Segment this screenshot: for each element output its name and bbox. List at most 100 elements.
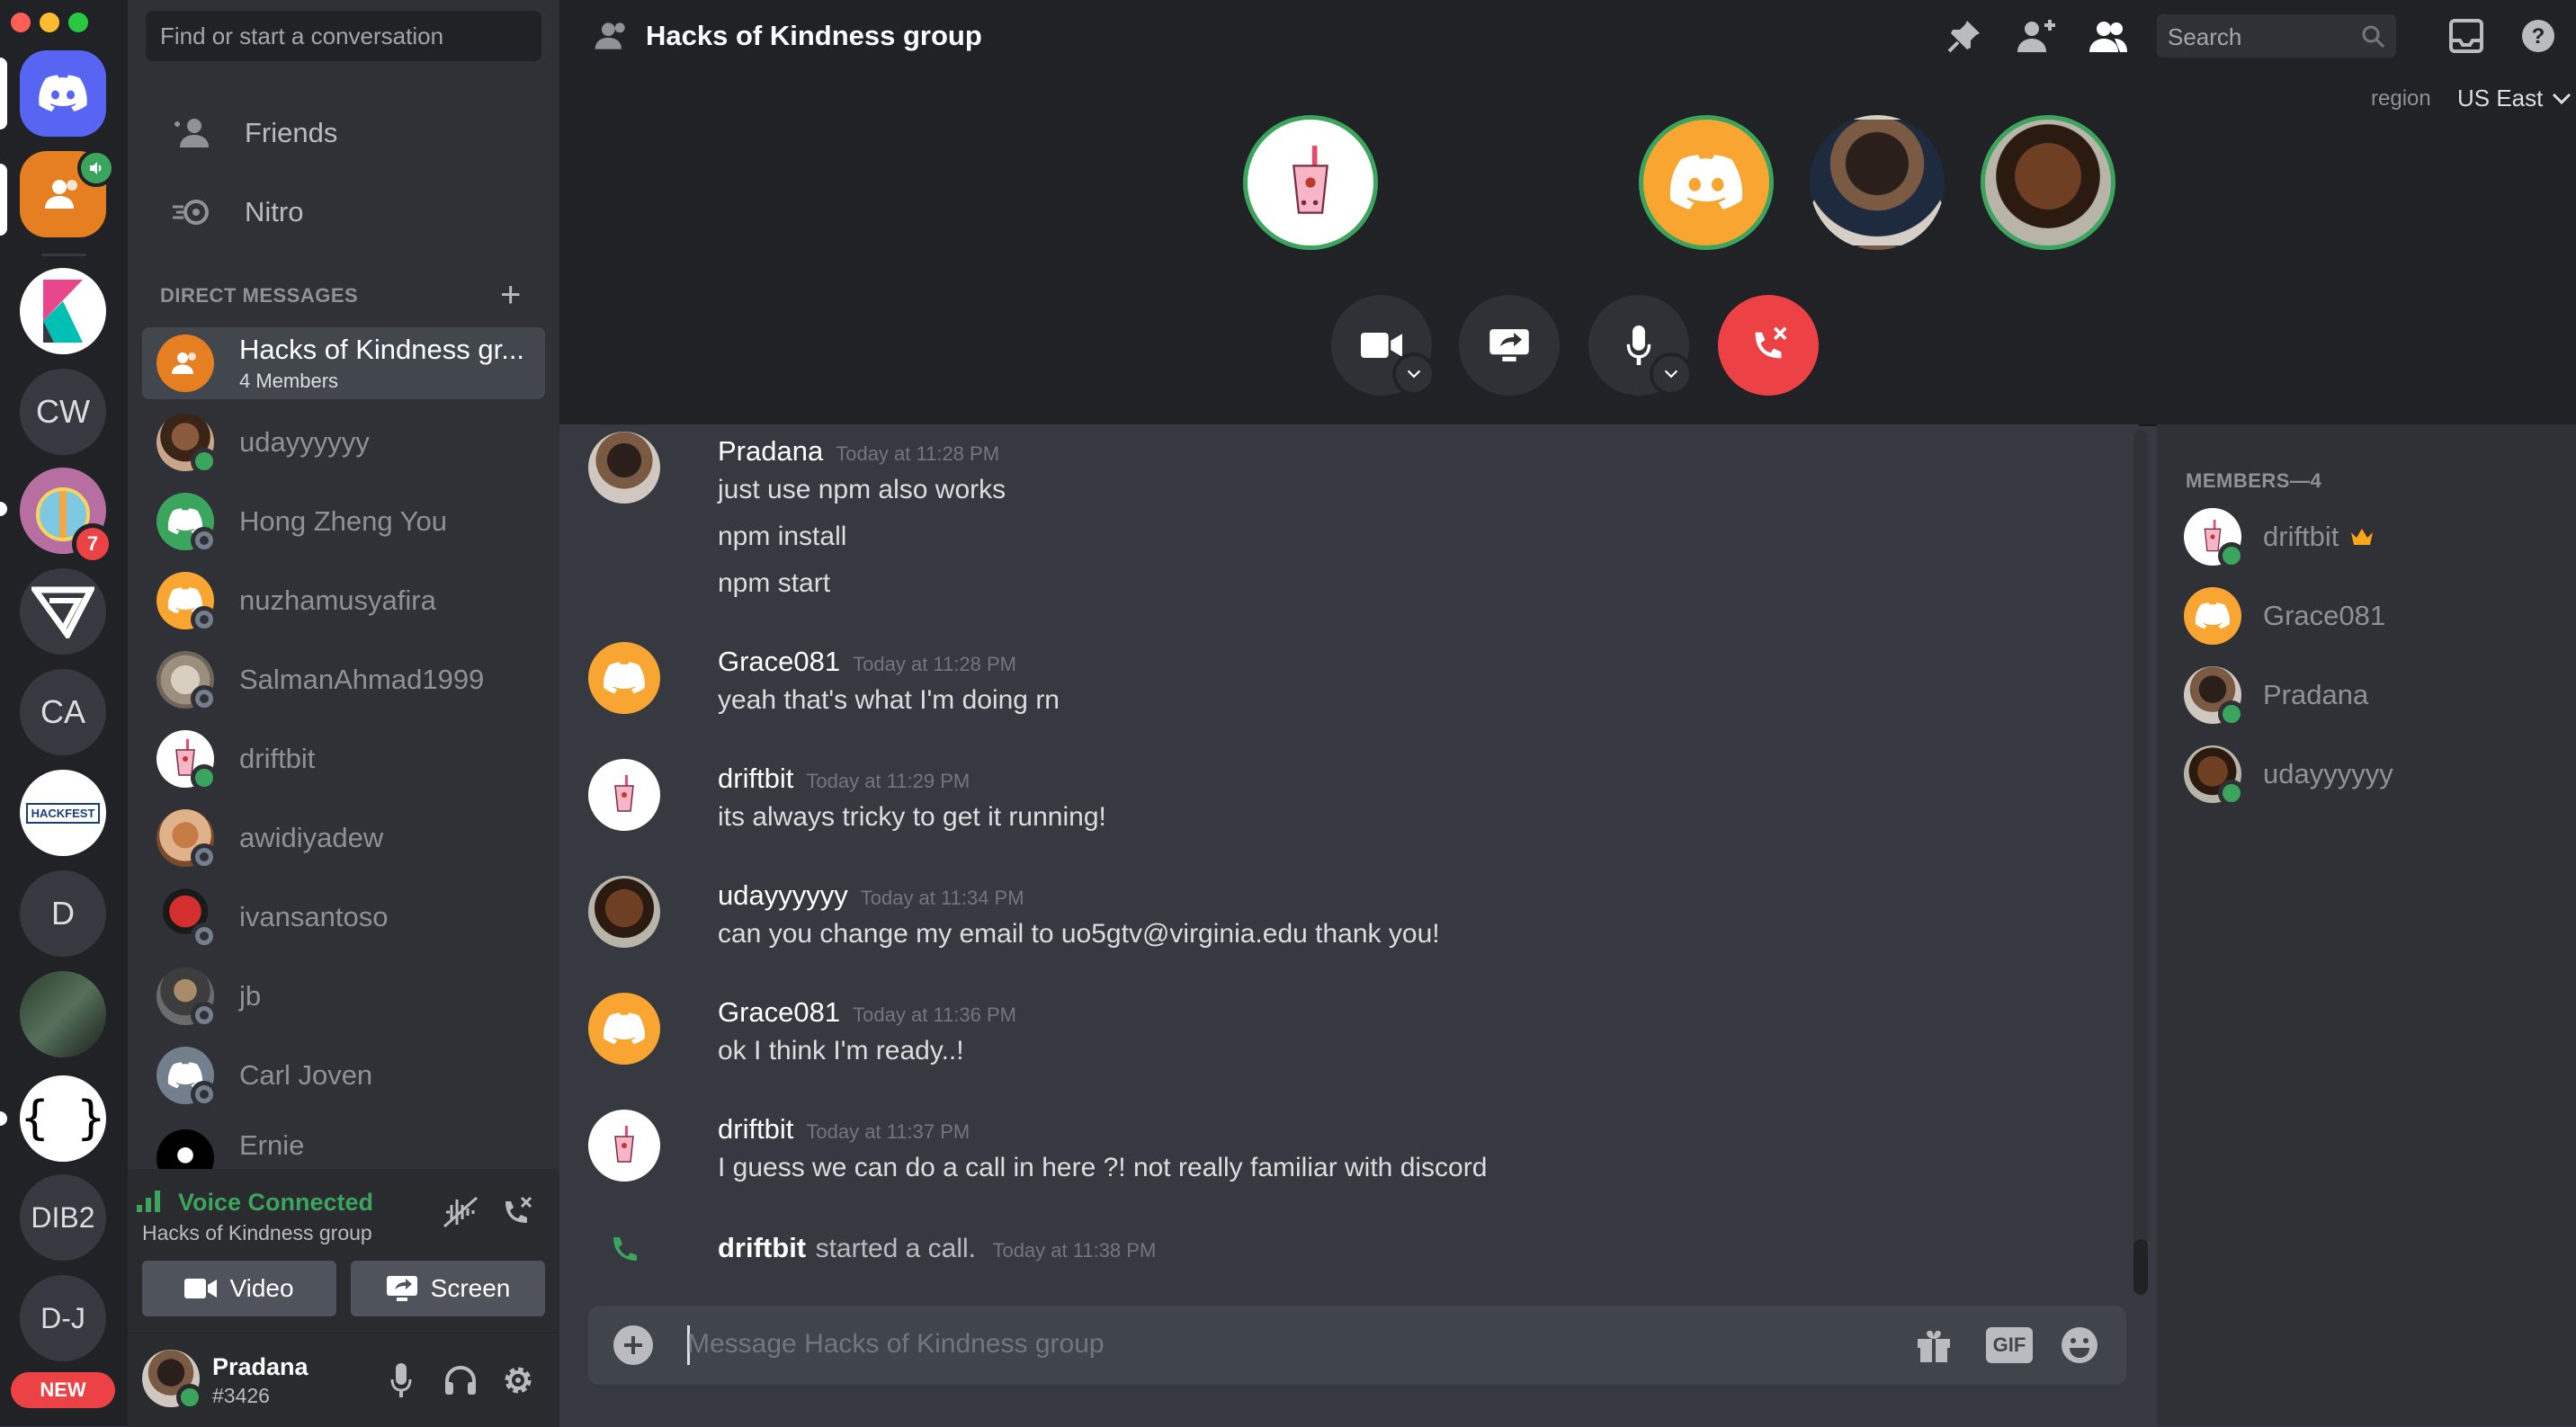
- maximize-window-button[interactable]: [68, 13, 88, 32]
- scrollbar-thumb[interactable]: [2133, 1239, 2148, 1295]
- home-button[interactable]: [20, 50, 106, 137]
- share-screen-button[interactable]: [1459, 295, 1560, 396]
- author-avatar[interactable]: [588, 432, 660, 504]
- dib2-server-button[interactable]: DIB2: [20, 1174, 106, 1261]
- dm-item[interactable]: udayyyyyy: [142, 406, 545, 478]
- message-composer[interactable]: Message Hacks of Kindness group GIF: [588, 1306, 2126, 1385]
- message-text: I guess we can do a call in here ?! not …: [718, 1153, 1488, 1182]
- member-list-toggle-button[interactable]: [2085, 14, 2132, 58]
- offline-status-indicator: [191, 685, 218, 712]
- server-label: { }: [21, 1092, 105, 1146]
- deafen-button[interactable]: [439, 1359, 482, 1402]
- call-participant-avatar[interactable]: [1243, 115, 1378, 250]
- call-participant-avatar[interactable]: [1981, 115, 2115, 250]
- author-name[interactable]: driftbit: [718, 1113, 793, 1145]
- help-button[interactable]: ?: [2517, 14, 2560, 58]
- online-status-indicator: [191, 448, 218, 475]
- new-badge[interactable]: NEW: [11, 1372, 115, 1408]
- dm-item[interactable]: ivansantoso: [142, 881, 545, 953]
- add-friends-to-dm-button[interactable]: [2013, 14, 2060, 58]
- user-panel: Pradana #3426: [128, 1333, 559, 1427]
- nitro-nav-item[interactable]: Nitro: [142, 176, 545, 248]
- search-input[interactable]: Search: [2157, 14, 2396, 58]
- call-participant-avatar[interactable]: [1639, 115, 1774, 250]
- server-label: D: [51, 895, 75, 932]
- user-settings-button[interactable]: [496, 1359, 540, 1402]
- region-selector[interactable]: US East: [2457, 85, 2572, 112]
- author-avatar[interactable]: [588, 1110, 660, 1182]
- video-button[interactable]: Video: [142, 1261, 336, 1316]
- disconnect-button[interactable]: [495, 1191, 538, 1234]
- noise-suppression-button[interactable]: [439, 1191, 482, 1234]
- dm-item[interactable]: jb: [142, 960, 545, 1032]
- dm-item[interactable]: driftbit: [142, 723, 545, 795]
- d-server-button[interactable]: D: [20, 870, 106, 957]
- offline-status-indicator: [191, 606, 218, 633]
- minimize-window-button[interactable]: [40, 13, 59, 32]
- friends-nav-item[interactable]: Friends: [142, 97, 545, 169]
- scrollbar-track[interactable]: [2133, 430, 2148, 1288]
- mic-options-caret[interactable]: [1650, 352, 1693, 396]
- k-server-button[interactable]: [20, 268, 106, 354]
- microphone-icon: [1626, 326, 1651, 365]
- dm-item[interactable]: nuzhamusyafira: [142, 565, 545, 637]
- author-avatar[interactable]: [588, 993, 660, 1065]
- member-avatar: [2184, 745, 2245, 807]
- author-name[interactable]: udayyyyyy: [718, 879, 848, 911]
- dj-server-button[interactable]: D-J: [20, 1275, 106, 1361]
- call-participant-avatar[interactable]: [1810, 115, 1945, 250]
- message-group: driftbit Today at 11:29 PM its always tri…: [588, 759, 2117, 849]
- ca-server-button[interactable]: CA: [20, 669, 106, 755]
- voice-status[interactable]: Voice Connected: [178, 1189, 373, 1217]
- emoji-button[interactable]: [2058, 1324, 2101, 1367]
- dm-item[interactable]: Ernie: [142, 1119, 545, 1169]
- signal-bars-icon: [137, 1191, 164, 1217]
- author-name[interactable]: driftbit: [718, 763, 793, 794]
- inbox-button[interactable]: [2445, 14, 2488, 58]
- create-dm-plus-icon[interactable]: +: [500, 275, 521, 316]
- user-avatar[interactable]: [142, 1350, 203, 1411]
- svg-text:?: ?: [2532, 24, 2545, 49]
- dm-item-hacks-of-kindness[interactable]: Hacks of Kindness gr... 4 Members: [142, 327, 545, 399]
- author-name[interactable]: Grace081: [718, 996, 840, 1028]
- member-name: Grace081: [2263, 600, 2386, 631]
- member-item[interactable]: driftbit: [2184, 505, 2375, 569]
- toggle-mute-button[interactable]: [1588, 295, 1693, 396]
- author-name[interactable]: Grace081: [718, 646, 840, 677]
- message-input-placeholder[interactable]: Message Hacks of Kindness group: [687, 1329, 1105, 1360]
- v-server-button[interactable]: [20, 568, 106, 655]
- braces-server-button[interactable]: { }: [20, 1075, 106, 1162]
- camera-options-caret[interactable]: [1392, 352, 1436, 396]
- leave-call-button[interactable]: [1718, 295, 1819, 396]
- voice-channel-name[interactable]: Hacks of Kindness group: [142, 1221, 372, 1245]
- dm-name: Hacks of Kindness gr...: [239, 334, 525, 365]
- mute-button[interactable]: [380, 1359, 423, 1402]
- member-item[interactable]: Pradana: [2184, 664, 2368, 727]
- find-conversation-input[interactable]: Find or start a conversation: [146, 11, 541, 61]
- dm-item[interactable]: Hong Zheng You: [142, 486, 545, 557]
- dm-item[interactable]: awidiyadew: [142, 802, 545, 874]
- author-avatar[interactable]: [588, 642, 660, 714]
- dm-item[interactable]: SalmanAhmad1999: [142, 644, 545, 716]
- hackfest-server-button[interactable]: HACKFEST: [20, 770, 106, 856]
- author-name[interactable]: driftbit: [718, 1232, 806, 1263]
- close-window-button[interactable]: [11, 13, 31, 32]
- dm-name: Ernie: [239, 1129, 305, 1161]
- screen-share-button[interactable]: Screen: [351, 1261, 545, 1316]
- dm-item[interactable]: Carl Joven: [142, 1039, 545, 1111]
- member-item[interactable]: udayyyyyy: [2184, 743, 2393, 807]
- gift-button[interactable]: [1912, 1324, 1955, 1367]
- member-item[interactable]: Grace081: [2184, 584, 2385, 647]
- author-name[interactable]: Pradana: [718, 435, 823, 467]
- author-avatar[interactable]: [588, 876, 660, 948]
- phone-disconnect-icon: [1755, 326, 1787, 359]
- system-message: driftbit started a call. Today at 11:38 …: [588, 1228, 2117, 1273]
- photo-server-button[interactable]: [20, 971, 106, 1057]
- cw-server-button[interactable]: CW: [20, 369, 106, 455]
- upload-button[interactable]: [613, 1325, 653, 1365]
- author-avatar[interactable]: [588, 759, 660, 831]
- gif-button[interactable]: GIF: [1986, 1327, 2033, 1363]
- toggle-camera-button[interactable]: [1331, 295, 1436, 396]
- voice-call-area: region US East: [559, 72, 2576, 426]
- pinned-messages-button[interactable]: [1943, 14, 1986, 58]
